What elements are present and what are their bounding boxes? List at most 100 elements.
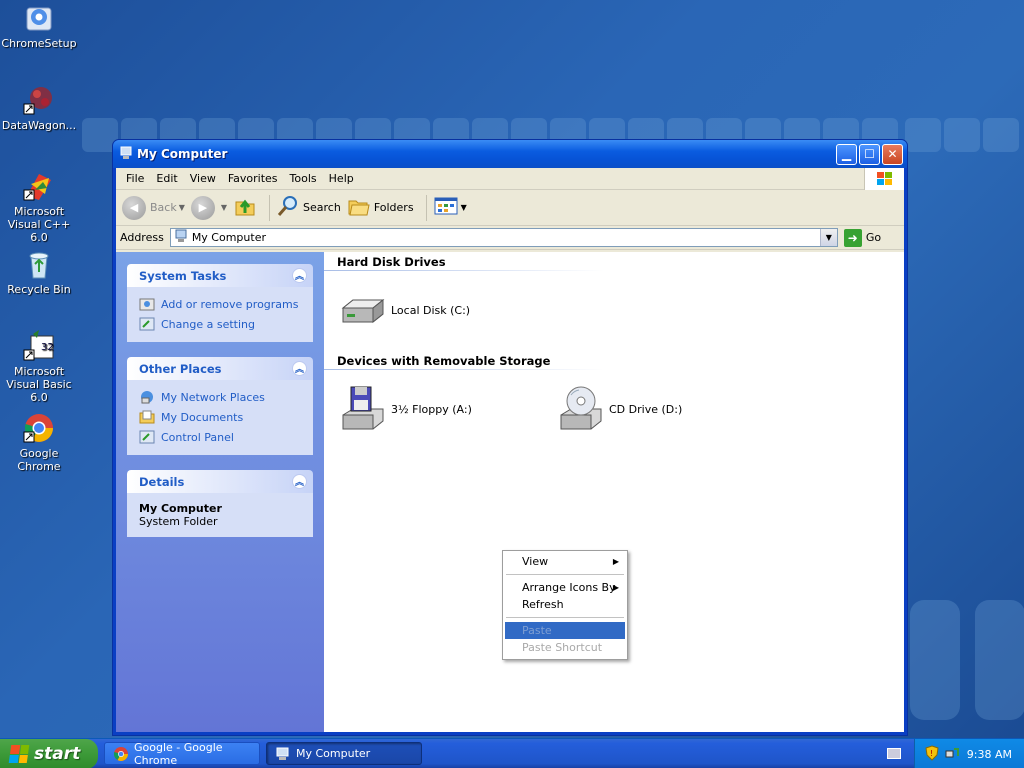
details-body: My Computer System Folder: [127, 493, 313, 537]
forward-button[interactable]: ▶ ▼: [190, 195, 227, 220]
address-value: My Computer: [191, 231, 266, 244]
views-dropdown-icon: ▼: [460, 203, 467, 212]
network-places-icon: [139, 389, 155, 405]
forward-arrow-icon: ▶: [190, 195, 215, 220]
taskbar-button-my-computer[interactable]: My Computer: [266, 742, 422, 765]
details-name: My Computer: [139, 502, 222, 515]
control-panel-icon: [139, 316, 155, 332]
collapse-icon[interactable]: ︽: [292, 361, 307, 376]
floppy-drive-icon: [339, 385, 387, 433]
clock[interactable]: 9:38 AM: [967, 748, 1012, 761]
forward-dropdown-icon[interactable]: ▼: [221, 203, 227, 212]
my-network-places-link[interactable]: My Network Places: [139, 387, 303, 407]
search-icon: [276, 194, 300, 221]
group-heading-removable-storage: Devices with Removable Storage: [337, 354, 551, 368]
folders-button[interactable]: Folders: [347, 194, 414, 221]
other-places-header[interactable]: Other Places ︽: [127, 357, 313, 380]
security-shield-icon[interactable]: !: [925, 744, 939, 764]
task-pane: System Tasks ︽ Add or remove programs Ch…: [116, 252, 324, 732]
address-label: Address: [120, 231, 164, 244]
menu-favorites[interactable]: Favorites: [222, 172, 284, 185]
network-icon[interactable]: [945, 746, 959, 763]
add-remove-programs-link[interactable]: Add or remove programs: [139, 294, 303, 314]
menu-view[interactable]: View: [184, 172, 222, 185]
desktop-icon-datawagon[interactable]: DataWagon...: [0, 84, 79, 132]
system-tasks-header[interactable]: System Tasks ︽: [127, 264, 313, 287]
svg-text:!: !: [930, 749, 933, 758]
details-header[interactable]: Details ︽: [127, 470, 313, 493]
add-remove-programs-icon: [139, 296, 155, 312]
taskbar-button-chrome[interactable]: Google - Google Chrome: [104, 741, 260, 767]
menu-bar: File Edit View Favorites Tools Help: [116, 168, 904, 190]
submenu-arrow-icon: ▶: [612, 583, 619, 592]
computer-icon: [119, 146, 133, 163]
folders-icon: [347, 194, 371, 221]
context-menu-arrange-icons-by[interactable]: Arrange Icons By ▶: [505, 579, 625, 596]
up-button[interactable]: [233, 194, 257, 221]
my-documents-link[interactable]: My Documents: [139, 407, 303, 427]
taskbar: start Google - Google Chrome My Computer…: [0, 738, 1024, 768]
collapse-icon[interactable]: ︽: [292, 474, 307, 489]
control-panel-link[interactable]: Control Panel: [139, 427, 303, 447]
menu-edit[interactable]: Edit: [150, 172, 183, 185]
datawagon-icon: [23, 84, 55, 116]
drive-cd-d[interactable]: CD Drive (D:): [557, 385, 682, 433]
desktop-icon-visual-basic[interactable]: 32 Microsoft Visual Basic 6.0: [0, 330, 79, 404]
other-places-body: My Network Places My Documents Control P…: [127, 380, 313, 455]
maximize-button[interactable]: ☐: [859, 143, 880, 165]
desktop-icon-visual-cpp[interactable]: Microsoft Visual C++ 6.0: [0, 170, 79, 244]
views-icon: [433, 195, 459, 220]
system-tray: ! 9:38 AM: [914, 739, 1024, 768]
address-dropdown-icon[interactable]: ▼: [819, 229, 837, 246]
other-places-panel: Other Places ︽ My Network Places My Docu…: [127, 357, 313, 455]
go-button[interactable]: ➜ Go: [843, 228, 881, 247]
back-dropdown-icon[interactable]: ▼: [179, 203, 185, 212]
change-setting-link[interactable]: Change a setting: [139, 314, 303, 334]
menu-separator: [506, 574, 624, 575]
context-menu-paste[interactable]: Paste: [505, 622, 625, 639]
start-button[interactable]: start: [0, 738, 98, 768]
submenu-arrow-icon: ▶: [612, 557, 619, 566]
system-tasks-panel: System Tasks ︽ Add or remove programs Ch…: [127, 264, 313, 342]
address-field[interactable]: My Computer ▼: [169, 228, 838, 247]
file-view[interactable]: Hard Disk Drives Local Disk (C:) Devices…: [324, 252, 904, 732]
menu-file[interactable]: File: [120, 172, 150, 185]
details-type: System Folder: [139, 515, 218, 528]
chrome-icon: [23, 412, 55, 444]
desktop-icon-recycle-bin[interactable]: Recycle Bin: [0, 248, 79, 296]
drive-floppy-a[interactable]: 3½ Floppy (A:): [339, 385, 472, 433]
context-menu-view[interactable]: View ▶: [505, 553, 625, 570]
details-panel: Details ︽ My Computer System Folder: [127, 470, 313, 537]
desktop-icon-google-chrome[interactable]: Google Chrome: [0, 412, 79, 473]
title-bar[interactable]: My Computer ▁ ☐ ✕: [113, 140, 907, 168]
keyboard-icon[interactable]: [887, 748, 901, 759]
back-button[interactable]: ◀ Back ▼: [122, 195, 185, 220]
minimize-button[interactable]: ▁: [836, 143, 857, 165]
go-arrow-icon: ➜: [843, 228, 862, 247]
menu-tools[interactable]: Tools: [284, 172, 323, 185]
toolbar: ◀ Back ▼ ▶ ▼ Search Folders ▼: [116, 190, 904, 226]
content-area: System Tasks ︽ Add or remove programs Ch…: [116, 252, 904, 732]
system-tasks-body: Add or remove programs Change a setting: [127, 287, 313, 342]
group-heading-hard-disk-drives: Hard Disk Drives: [337, 255, 446, 269]
menu-help[interactable]: Help: [323, 172, 360, 185]
windows-flag-icon: [8, 744, 30, 763]
minimize-icon: ▁: [841, 147, 852, 161]
cd-drive-icon: [557, 385, 605, 433]
close-icon: ✕: [887, 147, 898, 161]
drive-local-disk-c[interactable]: Local Disk (C:): [339, 286, 470, 334]
back-arrow-icon: ◀: [122, 195, 146, 220]
context-menu-refresh[interactable]: Refresh: [505, 596, 625, 613]
close-button[interactable]: ✕: [882, 143, 903, 165]
maximize-icon: ☐: [864, 147, 875, 161]
desktop-icon-chromesetup[interactable]: ChromeSetup: [0, 2, 79, 50]
context-menu-paste-shortcut[interactable]: Paste Shortcut: [505, 639, 625, 656]
menu-separator: [506, 617, 624, 618]
toolbar-separator: [425, 194, 427, 221]
computer-icon: [174, 229, 188, 246]
collapse-icon[interactable]: ︽: [292, 268, 307, 283]
my-documents-icon: [139, 409, 155, 425]
search-button[interactable]: Search: [276, 194, 341, 221]
views-button[interactable]: ▼: [433, 195, 467, 220]
group-divider: [324, 369, 604, 370]
